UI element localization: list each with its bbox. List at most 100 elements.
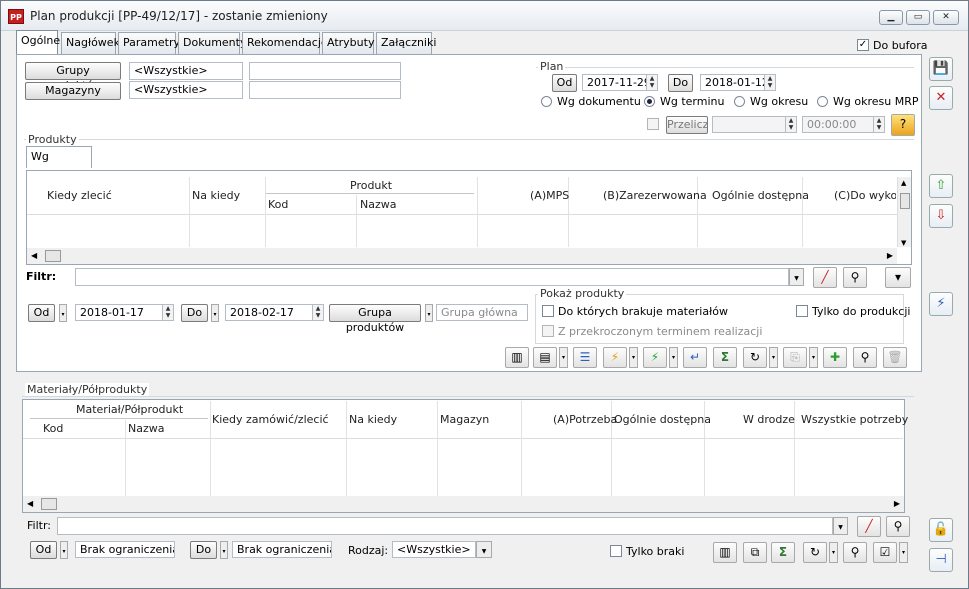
materialy-search-icon[interactable]: ⚲	[843, 542, 867, 563]
pin-icon[interactable]: ⊣	[929, 548, 953, 572]
filtr-constructor-icon[interactable]: ⚲	[843, 267, 867, 288]
produkty-od-spinner[interactable]: ▲ ▼	[163, 304, 174, 321]
lightning-icon[interactable]: ⚡	[929, 292, 953, 316]
materialy-refresh-icon[interactable]: ↻	[803, 542, 827, 563]
materialy-do-button[interactable]: Do	[190, 541, 217, 559]
close-button[interactable]: ✕	[933, 10, 959, 25]
minimize-button[interactable]: ▁	[879, 10, 903, 25]
maximize-button[interactable]: ▭	[906, 10, 930, 25]
green-lightning-icon[interactable]: ⚡	[643, 347, 667, 368]
grupa-produktow-button[interactable]: Grupa produktów	[329, 304, 421, 334]
materialy-chart-icon[interactable]: ▥	[713, 542, 737, 563]
plan-do-button[interactable]: Do	[668, 74, 693, 92]
brakuje-materialow-checkbox[interactable]	[542, 305, 554, 317]
tab-rekomendacje[interactable]: Rekomendacje	[242, 32, 328, 54]
rodzaj-select[interactable]: <Wszystkie>	[392, 541, 476, 558]
grupy-produktow-button[interactable]: Grupy produktów	[25, 62, 121, 92]
produkty-od-date[interactable]: 2018-01-17	[75, 304, 163, 321]
do-bufora-checkbox[interactable]: ✓	[857, 39, 869, 51]
tylko-do-produkcji-checkbox[interactable]	[796, 305, 808, 317]
materialy-filtr-clear-icon[interactable]: ╱	[857, 516, 881, 537]
plan-do-spinner[interactable]: ▲ ▼	[765, 74, 776, 91]
produkty-filtr-dropdown[interactable]: ▼	[789, 268, 804, 286]
chart-icon[interactable]: ▥	[505, 347, 529, 368]
przelicz-checkbox[interactable]	[647, 118, 659, 130]
materialy-od-button[interactable]: Od	[30, 541, 57, 559]
cancel-icon[interactable]: ✕	[929, 86, 953, 110]
filtr-clear-icon[interactable]: ╱	[813, 267, 837, 288]
produkty-filtr-input[interactable]	[75, 268, 789, 286]
materialy-filtr-input[interactable]	[57, 517, 833, 535]
plan-od-date[interactable]: 2017-11-29	[582, 74, 647, 91]
magazyny-field[interactable]: <Wszystkie>	[129, 81, 243, 99]
col-mat-ogolnie[interactable]: Ogólnie dostępna	[614, 413, 711, 426]
layers-icon[interactable]: ☰	[573, 347, 597, 368]
tab-parametry[interactable]: Parametry	[118, 32, 180, 54]
przelicz-button[interactable]: Przelicz	[666, 116, 708, 134]
grupa-glowna-field[interactable]: Grupa główna	[436, 304, 528, 321]
col-kod[interactable]: Kod	[268, 198, 288, 211]
col-do-wykorzystania[interactable]: (C)Do wykor	[834, 189, 896, 202]
col-magazyn[interactable]: Magazyn	[440, 413, 489, 426]
materialy-hscrollbar[interactable]: ◀ ▶	[23, 496, 904, 512]
materialy-check-icon[interactable]: ☑	[873, 542, 897, 563]
materialy-filtr-dropdown[interactable]: ▼	[833, 517, 848, 535]
help-lightning-icon[interactable]: ?	[891, 114, 915, 136]
save-icon[interactable]: 💾	[929, 57, 953, 81]
add-icon[interactable]: ✚	[823, 347, 847, 368]
grupa-produktow-dropdown[interactable]: ▾	[425, 304, 433, 322]
col-material[interactable]: Materiał/Półprodukt	[76, 403, 183, 416]
tab-atrybuty[interactable]: Atrybuty	[322, 32, 374, 54]
generate-lightning-icon[interactable]: ⚡	[603, 347, 627, 368]
col-wszystkie-potrzeby[interactable]: Wszystkie potrzeby	[801, 413, 908, 426]
materialy-do-field[interactable]: Brak ograniczenia	[232, 541, 332, 558]
radio-wg-okresu-mrp[interactable]	[817, 96, 828, 107]
filtr-apply-icon[interactable]: ▾	[885, 267, 911, 288]
radio-wg-terminu[interactable]	[644, 96, 655, 107]
plan-od-spinner[interactable]: ▲ ▼	[647, 74, 658, 91]
tab-naglowek[interactable]: Nagłówek	[61, 32, 120, 54]
sum-icon[interactable]: Σ	[713, 347, 737, 368]
col-mat-nazwa[interactable]: Nazwa	[128, 422, 164, 435]
przelicz-time-spinner[interactable]: ▲ ▼	[874, 116, 885, 133]
przelicz-date-field[interactable]	[712, 116, 786, 133]
produkty-do-spinner[interactable]: ▲ ▼	[313, 304, 324, 321]
col-zarezerwowana[interactable]: (B)Zarezerwowana	[603, 189, 707, 202]
plan-do-date[interactable]: 2018-01-12	[700, 74, 765, 91]
import-down-icon[interactable]: ⇩	[929, 204, 953, 228]
col-produkt[interactable]: Produkt	[350, 179, 392, 192]
produkty-do-date[interactable]: 2018-02-17	[225, 304, 313, 321]
materialy-od-dropdown[interactable]: ▾	[60, 541, 68, 559]
document-icon[interactable]: ▤	[533, 347, 557, 368]
radio-wg-dokumentu[interactable]	[541, 96, 552, 107]
delete-icon[interactable]: 🗑	[883, 347, 907, 368]
przelicz-date-spinner[interactable]: ▲ ▼	[786, 116, 797, 133]
col-kiedy-zamowic[interactable]: Kiedy zamówić/zlecić	[212, 413, 329, 426]
col-nazwa[interactable]: Nazwa	[360, 198, 396, 211]
produkty-hscrollbar[interactable]: ◀ ▶	[27, 248, 897, 264]
radio-wg-okresu[interactable]	[734, 96, 745, 107]
col-mps[interactable]: (A)MPS	[530, 189, 569, 202]
tab-ogolne[interactable]: Ogólne	[16, 30, 60, 54]
magazyny-extra-field[interactable]	[249, 81, 401, 99]
materialy-filtr-constructor-icon[interactable]: ⚲	[886, 516, 910, 537]
tab-zalaczniki[interactable]: Załączniki	[376, 32, 436, 54]
produkty-od-dropdown[interactable]: ▾	[59, 304, 67, 322]
materialy-sum-icon[interactable]: Σ	[771, 542, 795, 563]
materialy-od-field[interactable]: Brak ograniczenia	[75, 541, 175, 558]
przekroczony-termin-checkbox[interactable]	[542, 325, 554, 337]
subtab-wg-terminu[interactable]: Wg terminu	[26, 146, 92, 183]
col-potrzeba[interactable]: (A)Potrzeba	[553, 413, 617, 426]
materialy-steps-icon[interactable]: ⧉	[743, 542, 767, 563]
copy-icon[interactable]: ⎘	[783, 347, 807, 368]
search-icon[interactable]: ⚲	[853, 347, 877, 368]
produkty-vscrollbar[interactable]: ▲ ▼	[897, 177, 911, 247]
col-mat-na-kiedy[interactable]: Na kiedy	[349, 413, 397, 426]
export-up-icon[interactable]: ⇧	[929, 174, 953, 198]
rodzaj-dropdown[interactable]: ▼	[476, 541, 492, 558]
col-kiedy-zlecic[interactable]: Kiedy zlecić	[47, 189, 112, 202]
produkty-od-button[interactable]: Od	[28, 304, 55, 322]
refresh-icon[interactable]: ↻	[743, 347, 767, 368]
materialy-do-dropdown[interactable]: ▾	[220, 541, 228, 559]
col-mat-kod[interactable]: Kod	[43, 422, 63, 435]
